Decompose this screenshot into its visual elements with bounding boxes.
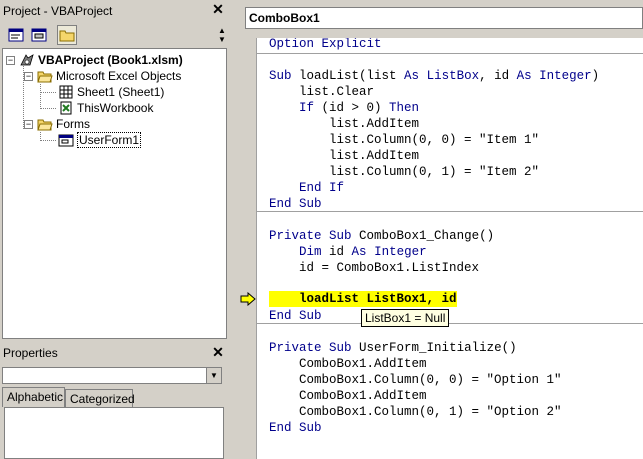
code-line: End Sub bbox=[269, 308, 322, 324]
code-text: Private Sub UserForm_Initialize() bbox=[269, 341, 517, 355]
properties-grid[interactable] bbox=[4, 407, 224, 459]
tree-item-vbaproject[interactable]: − VBAProject (Book1.xlsm) bbox=[6, 52, 183, 68]
code-line: Private Sub UserForm_Initialize() bbox=[269, 340, 517, 356]
tree-item-label: VBAProject (Book1.xlsm) bbox=[38, 53, 183, 67]
collapse-icon[interactable]: − bbox=[24, 119, 33, 129]
code-text: End If bbox=[299, 181, 345, 195]
code-text: End Sub bbox=[269, 197, 322, 211]
code-text: ComboBox1.AddItem bbox=[269, 389, 427, 403]
code-line: Private Sub ComboBox1_Change() bbox=[269, 228, 494, 244]
code-text: list.AddItem bbox=[269, 117, 420, 131]
tree-item-label: Microsoft Excel Objects bbox=[56, 69, 182, 83]
tree-item-sheet1[interactable]: Sheet1 (Sheet1) bbox=[58, 84, 164, 100]
project-explorer-title: Project - VBAProject bbox=[3, 4, 113, 18]
tree-item-label: Sheet1 (Sheet1) bbox=[77, 85, 165, 99]
code-text: If (id > 0) Then bbox=[299, 101, 420, 115]
view-object-icon bbox=[31, 28, 47, 42]
code-line: list.Column(0, 1) = "Item 2" bbox=[269, 164, 539, 180]
properties-object-dropdown[interactable]: ▼ bbox=[2, 367, 222, 384]
tree-item-userform1[interactable]: UserForm1 bbox=[58, 132, 142, 148]
collapse-icon[interactable]: − bbox=[24, 71, 33, 81]
code-line: ComboBox1.Column(0, 1) = "Option 2" bbox=[269, 404, 562, 420]
toolbar-scroll-arrows-icon[interactable]: ▲ ▼ bbox=[217, 26, 227, 44]
current-execution-line: loadList ListBox1, id bbox=[269, 291, 457, 307]
code-margin-indicator-bar[interactable] bbox=[237, 38, 257, 459]
code-line: ComboBox1.Column(0, 0) = "Option 1" bbox=[269, 372, 562, 388]
code-text: End Sub bbox=[269, 421, 322, 435]
userform-icon bbox=[58, 133, 74, 147]
tree-connector bbox=[40, 108, 56, 109]
properties-titlebar: Properties ✕ bbox=[0, 343, 229, 363]
properties-title: Properties bbox=[3, 346, 58, 360]
close-icon[interactable]: ✕ bbox=[211, 345, 225, 359]
project-explorer-pane: Project - VBAProject ✕ ▲ ▼ − VBAProject (… bbox=[0, 0, 229, 341]
folder-icon bbox=[59, 30, 75, 42]
chevron-down-icon[interactable]: ▼ bbox=[206, 368, 221, 383]
code-line: list.Column(0, 0) = "Item 1" bbox=[269, 132, 539, 148]
tree-connector bbox=[40, 84, 41, 109]
code-editor[interactable]: Option Explicit Sub loadList(list As Lis… bbox=[257, 38, 643, 459]
procedure-separator bbox=[257, 211, 643, 212]
tree-item-forms[interactable]: − Forms bbox=[24, 116, 90, 132]
tab-alphabetic[interactable]: Alphabetic bbox=[2, 387, 65, 407]
code-text: list.AddItem bbox=[269, 149, 420, 163]
code-text: id = ComboBox1.ListIndex bbox=[269, 261, 480, 275]
code-line: ComboBox1.AddItem bbox=[269, 356, 427, 372]
code-line: End If bbox=[269, 180, 344, 196]
view-code-button[interactable] bbox=[6, 25, 26, 45]
code-text: Option Explicit bbox=[269, 38, 382, 51]
workbook-icon bbox=[58, 101, 74, 115]
code-line: Dim id As Integer bbox=[269, 244, 427, 260]
code-line: End Sub bbox=[269, 420, 322, 436]
tree-item-label: UserForm1 bbox=[77, 132, 142, 148]
code-line: Option Explicit bbox=[269, 38, 382, 52]
code-text: End Sub bbox=[269, 309, 322, 323]
code-text: loadList ListBox1, id bbox=[269, 292, 457, 306]
code-text: Dim id As Integer bbox=[299, 245, 427, 259]
code-line: list.AddItem bbox=[269, 116, 419, 132]
procedure-separator bbox=[257, 53, 643, 54]
pane-splitter[interactable] bbox=[229, 0, 237, 459]
open-folder-icon bbox=[37, 69, 53, 83]
code-text: ComboBox1.Column(0, 1) = "Option 2" bbox=[269, 405, 562, 419]
data-tip-tooltip: ListBox1 = Null bbox=[361, 309, 450, 327]
code-text: list.Column(0, 1) = "Item 2" bbox=[269, 165, 540, 179]
toggle-folders-button[interactable] bbox=[57, 25, 77, 45]
code-line: ComboBox1.AddItem bbox=[269, 388, 427, 404]
code-line: Sub loadList(list As ListBox, id As Inte… bbox=[269, 68, 599, 84]
code-text: list.Clear bbox=[269, 85, 375, 99]
tab-categorized[interactable]: Categorized bbox=[65, 389, 135, 407]
properties-pane: Properties ✕ ▼ Alphabetic Categorized bbox=[0, 343, 229, 459]
code-line: If (id > 0) Then bbox=[269, 100, 419, 116]
procedure-separator bbox=[257, 323, 643, 324]
open-folder-icon bbox=[37, 117, 53, 131]
worksheet-icon bbox=[58, 85, 74, 99]
code-line: list.Clear bbox=[269, 84, 374, 100]
tree-connector bbox=[40, 92, 56, 93]
code-text: Private Sub ComboBox1_Change() bbox=[269, 229, 495, 243]
code-line: list.AddItem bbox=[269, 148, 419, 164]
code-text: Sub loadList(list As ListBox, id As Inte… bbox=[269, 69, 600, 83]
code-line: End Sub bbox=[269, 196, 322, 212]
view-code-icon bbox=[8, 28, 24, 42]
project-tree: − VBAProject (Book1.xlsm) − Microsoft Ex… bbox=[2, 48, 227, 339]
close-icon[interactable]: ✕ bbox=[211, 2, 225, 16]
code-line: id = ComboBox1.ListIndex bbox=[269, 260, 479, 276]
view-object-button[interactable] bbox=[29, 25, 49, 45]
tree-item-label: Forms bbox=[56, 117, 90, 131]
tree-connector bbox=[40, 140, 56, 141]
code-text: ComboBox1.AddItem bbox=[269, 357, 427, 371]
vbaproject-icon bbox=[19, 53, 35, 67]
tree-item-label: ThisWorkbook bbox=[77, 101, 154, 115]
tree-item-excel-objects[interactable]: − Microsoft Excel Objects bbox=[24, 68, 181, 84]
tree-item-thisworkbook[interactable]: ThisWorkbook bbox=[58, 100, 153, 116]
collapse-icon[interactable]: − bbox=[6, 55, 15, 65]
project-explorer-titlebar: Project - VBAProject ✕ bbox=[0, 0, 229, 22]
object-selector-value: ComboBox1 bbox=[249, 11, 320, 25]
object-selector-dropdown[interactable]: ComboBox1 bbox=[245, 7, 643, 29]
code-text: list.Column(0, 0) = "Item 1" bbox=[269, 133, 540, 147]
project-toolbar: ▲ ▼ bbox=[0, 22, 229, 48]
current-statement-arrow-icon bbox=[240, 292, 256, 306]
code-text: ComboBox1.Column(0, 0) = "Option 1" bbox=[269, 373, 562, 387]
